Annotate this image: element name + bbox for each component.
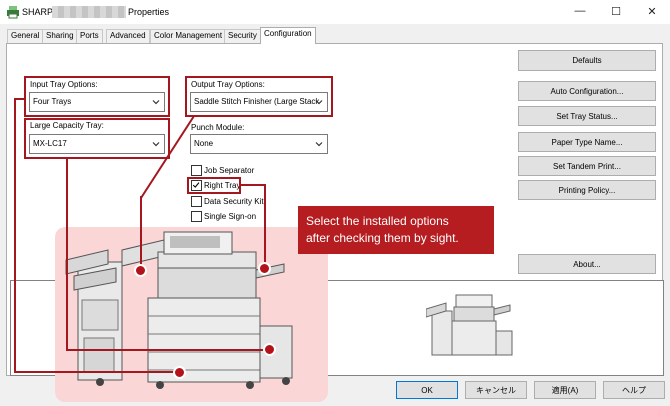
punch-module-select[interactable]: None	[190, 134, 328, 154]
auto-configuration-button[interactable]: Auto Configuration...	[518, 81, 656, 101]
data-security-kit-label: Data Security Kit	[204, 197, 264, 206]
right-tray-marker	[258, 262, 271, 275]
connector-line	[14, 98, 16, 372]
set-tandem-print-button[interactable]: Set Tandem Print...	[518, 156, 656, 176]
help-button[interactable]: ヘルプ	[603, 381, 665, 399]
paper-type-name-button[interactable]: Paper Type Name...	[518, 132, 656, 152]
window-title-suffix: Properties	[128, 7, 170, 17]
punch-module-label: Punch Module:	[191, 123, 245, 132]
printer-app-icon	[7, 6, 19, 19]
chevron-down-icon	[315, 142, 323, 147]
instruction-callout: Select the installed options after check…	[298, 206, 494, 254]
printer-name-redacted	[52, 6, 126, 18]
apply-button[interactable]: 適用(A)	[534, 381, 596, 399]
tab-configuration[interactable]: Configuration	[260, 27, 316, 44]
connector-line	[66, 349, 270, 351]
connector-line	[14, 371, 180, 373]
window-title-app: SHARP	[22, 7, 54, 17]
tab-color-management[interactable]: Color Management	[150, 29, 227, 43]
job-separator-label: Job Separator	[204, 166, 255, 175]
tab-advanced[interactable]: Advanced	[106, 29, 150, 43]
set-tray-status-button[interactable]: Set Tray Status...	[518, 106, 656, 126]
tab-security[interactable]: Security	[224, 29, 261, 43]
about-button[interactable]: About...	[518, 254, 656, 274]
connector-line-diagonal	[140, 115, 195, 199]
callout-line-1: Select the installed options	[306, 214, 449, 228]
tab-sharing[interactable]: Sharing	[42, 29, 78, 43]
printer-thumbnail	[426, 294, 513, 356]
cancel-button[interactable]: キャンセル	[465, 381, 527, 399]
output-tray-marker	[134, 264, 147, 277]
tab-general[interactable]: General	[7, 29, 44, 43]
defaults-button[interactable]: Defaults	[518, 50, 656, 71]
output-tray-highlight	[185, 76, 333, 117]
maximize-button[interactable]: ☐	[598, 0, 634, 22]
printing-policy-button[interactable]: Printing Policy...	[518, 180, 656, 200]
connector-line	[140, 196, 142, 270]
input-tray-highlight	[24, 76, 170, 117]
tab-ports[interactable]: Ports	[76, 29, 103, 43]
large-capacity-marker	[263, 343, 276, 356]
minimize-button[interactable]: —	[562, 0, 598, 22]
callout-line-2: after checking them by sight.	[306, 231, 459, 245]
connector-line	[264, 184, 266, 268]
connector-line	[66, 158, 68, 350]
ok-button[interactable]: OK	[396, 381, 458, 399]
single-sign-on-checkbox[interactable]	[191, 211, 202, 222]
close-button[interactable]: ✕	[634, 0, 670, 22]
connector-line	[240, 184, 266, 186]
single-sign-on-label: Single Sign-on	[204, 212, 257, 221]
input-tray-marker	[173, 366, 186, 379]
